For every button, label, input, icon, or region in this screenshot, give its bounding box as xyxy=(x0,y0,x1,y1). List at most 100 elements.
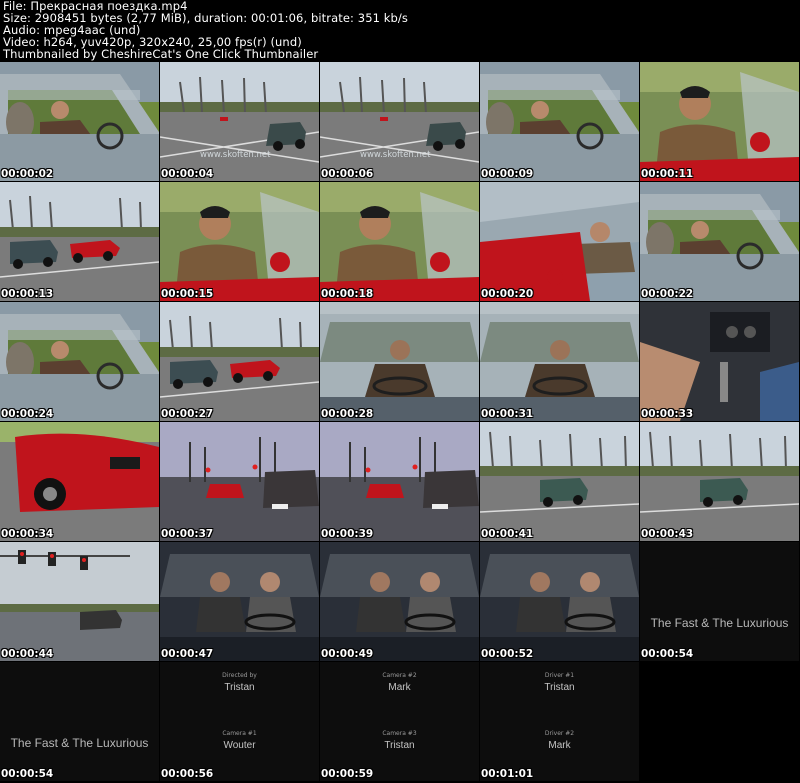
thumbnail-title-card[interactable]: The Fast & The Luxurious 00:00:54 xyxy=(0,662,159,781)
thumbnail-red-car-rear[interactable]: 00:00:34 xyxy=(0,422,159,541)
thumbnail-car-interior-side[interactable]: 00:00:22 xyxy=(640,182,799,301)
video-frame xyxy=(480,422,639,541)
video-frame xyxy=(640,182,799,301)
thumbnail-windshield-night[interactable]: 00:00:52 xyxy=(480,542,639,661)
video-frame xyxy=(480,182,639,301)
timestamp: 00:00:06 xyxy=(321,168,374,180)
timestamp: 00:00:11 xyxy=(641,168,694,180)
title-card-text: The Fast & The Luxurious xyxy=(10,736,149,750)
thumbnail-road-single-car[interactable]: 00:00:43 xyxy=(640,422,799,541)
thumbnail-credits[interactable]: Directed by Tristan Camera #1 Wouter 00:00:5… xyxy=(160,662,319,781)
thumbnail-car-footwell[interactable]: 00:00:33 xyxy=(640,302,799,421)
credit-role: Driver #1 xyxy=(544,672,575,679)
timestamp: 00:00:15 xyxy=(161,288,214,300)
timestamp: 00:00:13 xyxy=(1,288,54,300)
timestamp: 00:00:31 xyxy=(481,408,534,420)
video-frame xyxy=(0,182,159,301)
timestamp: 00:00:28 xyxy=(321,408,374,420)
thumbnail-car-interior-side[interactable]: 00:00:02 xyxy=(0,62,159,181)
timestamp: 00:01:01 xyxy=(481,768,534,780)
thumbnail-windshield-driver[interactable]: 00:00:31 xyxy=(480,302,639,421)
video-frame xyxy=(160,422,319,541)
timestamp: 00:00:54 xyxy=(641,648,694,660)
video-frame xyxy=(480,62,639,181)
thumbnail-road-single-car[interactable]: 00:00:41 xyxy=(480,422,639,541)
timestamp: 00:00:47 xyxy=(161,648,214,660)
timestamp: 00:00:04 xyxy=(161,168,214,180)
timestamp: 00:00:27 xyxy=(161,408,214,420)
thumbnail-road-two-cars[interactable]: 00:00:13 xyxy=(0,182,159,301)
credit-role: Driver #2 xyxy=(544,730,575,737)
thumbnail-red-convertible-driver[interactable]: 00:00:11 xyxy=(640,62,799,181)
credit-name: Wouter xyxy=(223,740,256,751)
thumbnail-credits[interactable]: Camera #2 Mark Camera #3 Tristan 00:00:59 xyxy=(320,662,479,781)
timestamp: 00:00:02 xyxy=(1,168,54,180)
timestamp: 00:00:52 xyxy=(481,648,534,660)
video-frame xyxy=(320,302,479,421)
timestamp: 00:00:20 xyxy=(481,288,534,300)
video-frame xyxy=(0,62,159,181)
thumbnail-road-car-watermark[interactable]: www.skoften.net 00:00:06 xyxy=(320,62,479,181)
credit-name: Mark xyxy=(388,682,411,693)
credit-role: Camera #2 xyxy=(382,672,417,679)
thumbnail-car-interior-side[interactable]: 00:00:24 xyxy=(0,302,159,421)
thumbnail-title-card[interactable]: The Fast & The Luxurious 00:00:54 xyxy=(640,542,799,661)
file-info-header: File: Прекрасная поездка.mp4 Size: 29084… xyxy=(3,0,408,60)
timestamp: 00:00:49 xyxy=(321,648,374,660)
timestamp: 00:00:59 xyxy=(321,768,374,780)
video-frame xyxy=(0,542,159,661)
timestamp: 00:00:54 xyxy=(1,768,54,780)
timestamp: 00:00:24 xyxy=(1,408,54,420)
video-frame xyxy=(0,302,159,421)
video-frame xyxy=(320,542,479,661)
timestamp: 00:00:22 xyxy=(641,288,694,300)
thumbnail-red-convertible-driver[interactable]: 00:00:18 xyxy=(320,182,479,301)
thumbnail-car-interior-side[interactable]: 00:00:09 xyxy=(480,62,639,181)
video-frame xyxy=(320,62,479,181)
watermark: www.skoften.net xyxy=(200,150,271,160)
video-frame xyxy=(640,302,799,421)
timestamp: 00:00:39 xyxy=(321,528,374,540)
timestamp: 00:00:33 xyxy=(641,408,694,420)
credit-role: Directed by xyxy=(222,672,257,679)
credit-name: Tristan xyxy=(384,740,415,751)
timestamp: 00:00:44 xyxy=(1,648,54,660)
credit-name: Tristan xyxy=(544,682,575,693)
thumbnail-credits[interactable]: Driver #1 Tristan Driver #2 Mark 00:01:01 xyxy=(480,662,639,781)
timestamp: 00:00:37 xyxy=(161,528,214,540)
thumbnail-red-convertible-driver[interactable]: 00:00:15 xyxy=(160,182,319,301)
credit-name: Tristan xyxy=(224,682,255,693)
video-frame xyxy=(480,542,639,661)
thumbnail-windshield-night[interactable]: 00:00:47 xyxy=(160,542,319,661)
thumbnail-windshield-night[interactable]: 00:00:49 xyxy=(320,542,479,661)
title-card-text: The Fast & The Luxurious xyxy=(650,616,789,630)
video-frame xyxy=(480,302,639,421)
thumbnail-windshield-driver[interactable]: 00:00:28 xyxy=(320,302,479,421)
timestamp: 00:00:18 xyxy=(321,288,374,300)
thumbnail-red-convertible-side[interactable]: 00:00:20 xyxy=(480,182,639,301)
timestamp: 00:00:09 xyxy=(481,168,534,180)
video-frame xyxy=(160,302,319,421)
video-frame xyxy=(160,542,319,661)
timestamp: 00:00:56 xyxy=(161,768,214,780)
credit-name: Mark xyxy=(548,740,571,751)
video-frame xyxy=(640,62,799,181)
video-frame xyxy=(160,182,319,301)
timestamp: 00:00:43 xyxy=(641,528,694,540)
video-frame xyxy=(160,62,319,181)
credit-role: Camera #3 xyxy=(382,730,417,737)
thumbnail-dusk-road[interactable]: 00:00:39 xyxy=(320,422,479,541)
timestamp: 00:00:41 xyxy=(481,528,534,540)
thumbnail-road-two-cars[interactable]: 00:00:27 xyxy=(160,302,319,421)
thumbnailer-credit: Thumbnailed by CheshireCat's One Click T… xyxy=(3,47,319,61)
timestamp: 00:00:34 xyxy=(1,528,54,540)
video-frame xyxy=(0,422,159,541)
thumbnail-traffic-lights[interactable]: 00:00:44 xyxy=(0,542,159,661)
thumbnail-dusk-road[interactable]: 00:00:37 xyxy=(160,422,319,541)
video-frame xyxy=(320,422,479,541)
video-frame xyxy=(640,422,799,541)
credit-role: Camera #1 xyxy=(222,730,257,737)
thumbnail-road-car-watermark[interactable]: www.skoften.net 00:00:04 xyxy=(160,62,319,181)
watermark: www.skoften.net xyxy=(360,150,431,160)
video-frame xyxy=(320,182,479,301)
